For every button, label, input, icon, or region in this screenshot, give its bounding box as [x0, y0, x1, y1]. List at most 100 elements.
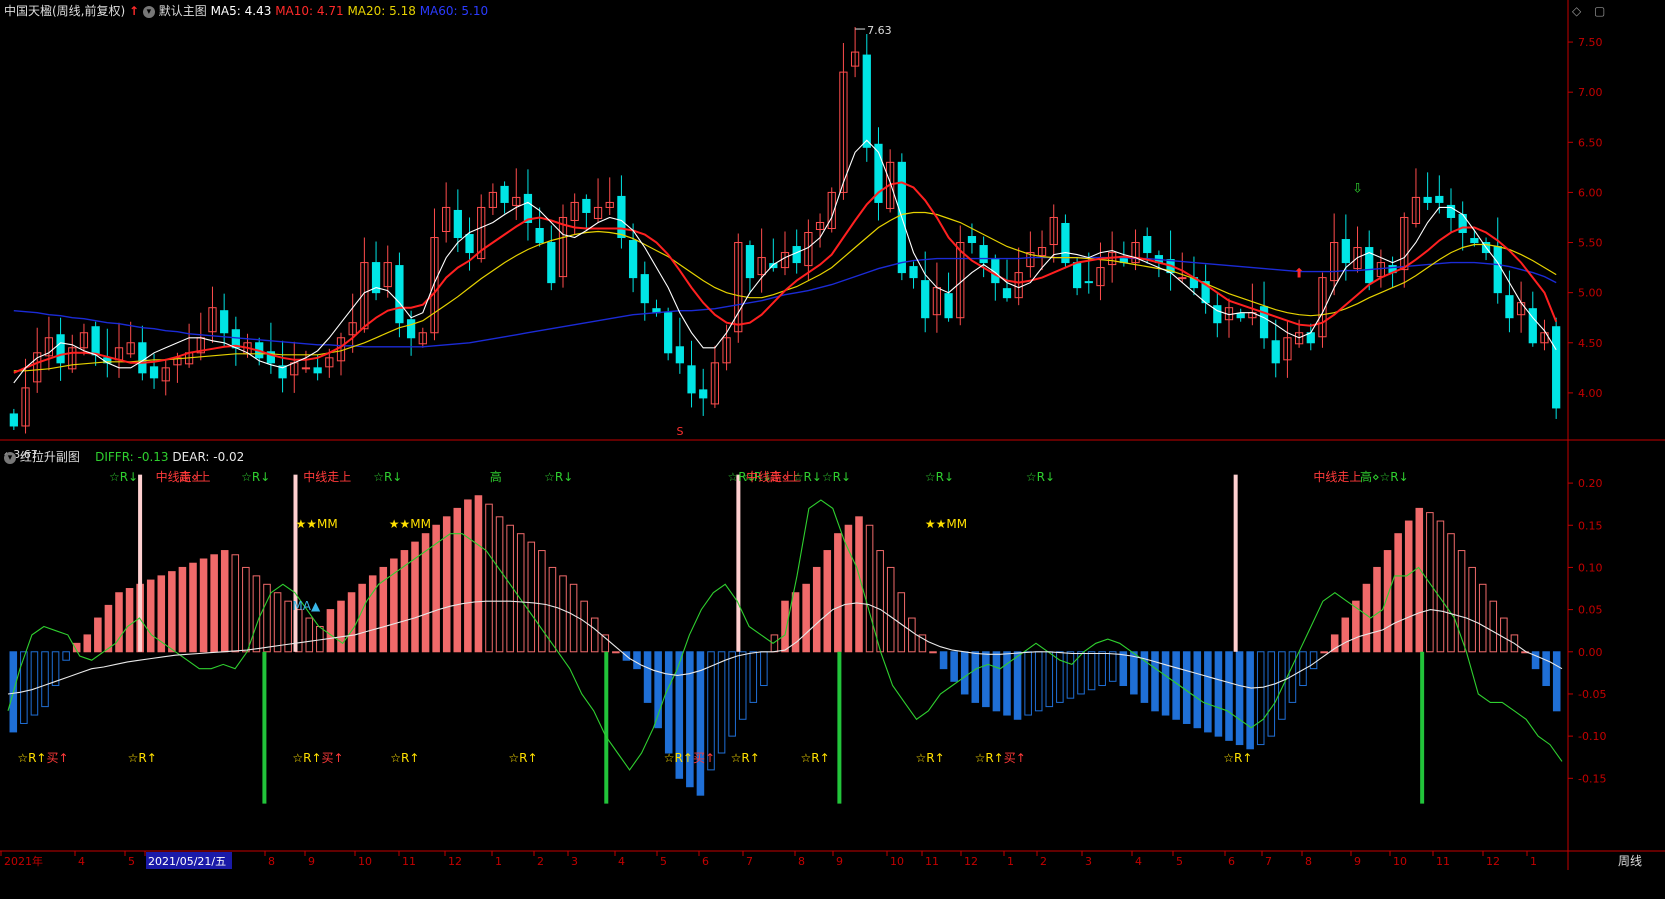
histogram-bar[interactable] [664, 651, 673, 754]
candle[interactable] [1143, 236, 1152, 254]
candle[interactable] [967, 236, 977, 244]
histogram-bar[interactable] [633, 651, 641, 670]
histogram-bar[interactable] [643, 651, 652, 703]
histogram-bar[interactable] [1436, 520, 1445, 653]
stock-title[interactable]: 中国天楹(周线,前复权) [4, 4, 125, 18]
histogram-bar[interactable] [358, 583, 366, 653]
histogram-bar[interactable] [1278, 651, 1286, 720]
histogram-bar[interactable] [749, 651, 758, 703]
candle[interactable] [1552, 326, 1561, 409]
histogram-bar[interactable] [992, 651, 1001, 712]
candle[interactable] [138, 342, 147, 374]
candle[interactable] [1236, 313, 1245, 319]
histogram-bar[interactable] [929, 651, 937, 654]
histogram-bar[interactable] [1034, 651, 1043, 712]
chevron-down-icon[interactable]: ▾ [142, 5, 155, 18]
histogram-bar[interactable] [1426, 512, 1434, 653]
histogram-bar[interactable] [474, 495, 483, 653]
histogram-bar[interactable] [654, 651, 662, 729]
candle[interactable] [313, 367, 322, 374]
candle[interactable] [453, 209, 462, 239]
histogram-bar[interactable] [738, 651, 747, 720]
candle[interactable] [944, 293, 953, 319]
histogram-bar[interactable] [273, 592, 282, 653]
histogram-bar[interactable] [1341, 617, 1350, 653]
histogram-bar[interactable] [982, 651, 990, 708]
histogram-bar[interactable] [453, 507, 462, 653]
indicator-name[interactable]: 红拉升副图 [20, 450, 80, 464]
histogram-bar[interactable] [1394, 533, 1402, 653]
maximize-icon[interactable]: ▢ [1594, 4, 1605, 18]
histogram-bar[interactable] [1161, 651, 1170, 716]
candle[interactable] [664, 312, 673, 354]
histogram-bar[interactable] [41, 651, 49, 708]
histogram-bar[interactable] [442, 516, 451, 653]
histogram-bar[interactable] [1373, 566, 1381, 653]
histogram-bar[interactable] [146, 579, 155, 653]
histogram-bar[interactable] [834, 533, 842, 653]
candle[interactable] [1470, 238, 1479, 244]
histogram-bar[interactable] [1468, 566, 1476, 653]
histogram-bar[interactable] [1415, 507, 1424, 653]
candle[interactable] [1084, 281, 1093, 284]
candle[interactable] [1423, 196, 1432, 203]
candle[interactable] [1213, 305, 1222, 324]
histogram-bar[interactable] [1404, 520, 1413, 653]
histogram-bar[interactable] [908, 617, 916, 653]
candle[interactable] [921, 280, 930, 319]
histogram-bar[interactable] [1235, 651, 1244, 746]
histogram-bar[interactable] [326, 609, 335, 653]
candle[interactable] [465, 234, 474, 254]
histogram-bar[interactable] [1130, 651, 1138, 695]
histogram-bar[interactable] [876, 550, 884, 653]
candle[interactable] [582, 198, 591, 213]
candle[interactable] [792, 246, 801, 264]
histogram-bar[interactable] [1500, 617, 1508, 653]
candle[interactable] [687, 365, 696, 394]
histogram-bar[interactable] [104, 604, 113, 653]
histogram-bar[interactable] [950, 651, 958, 682]
candle[interactable] [1341, 239, 1350, 264]
histogram-bar[interactable] [1246, 651, 1254, 750]
histogram-bar[interactable] [368, 575, 377, 653]
histogram-bar[interactable] [199, 558, 208, 653]
histogram-bar[interactable] [1256, 651, 1265, 746]
histogram-bar[interactable] [939, 651, 948, 670]
histogram-bar[interactable] [1087, 651, 1096, 691]
candle[interactable] [149, 366, 159, 379]
candle[interactable] [547, 242, 556, 284]
candle[interactable] [640, 274, 649, 304]
candle[interactable] [406, 319, 416, 339]
histogram-bar[interactable] [125, 588, 134, 653]
histogram-bar[interactable] [812, 566, 821, 653]
histogram-bar[interactable] [559, 575, 567, 653]
histogram-bar[interactable] [263, 583, 271, 653]
candle[interactable] [1435, 195, 1444, 203]
histogram-bar[interactable] [464, 499, 472, 653]
histogram-bar[interactable] [1013, 651, 1022, 720]
histogram-bar[interactable] [823, 550, 832, 653]
histogram-bar[interactable] [781, 600, 789, 653]
histogram-bar[interactable] [379, 566, 388, 653]
candle[interactable] [745, 245, 755, 279]
histogram-bar[interactable] [548, 566, 557, 653]
histogram-bar[interactable] [1172, 651, 1180, 720]
histogram-bar[interactable] [115, 592, 123, 653]
histogram-bar[interactable] [1108, 651, 1117, 682]
candle[interactable] [1271, 340, 1280, 364]
candle[interactable] [56, 334, 65, 364]
stock-chart[interactable]: 4.00 4.50 5.00 5.50 6.00 6.50 7.00 7.50 0.20 0.15… [0, 0, 1665, 899]
histogram-bar[interactable] [527, 541, 536, 653]
candle[interactable] [675, 346, 684, 364]
candle[interactable] [395, 265, 404, 324]
histogram-bar[interactable] [252, 575, 261, 653]
candle[interactable] [1002, 288, 1012, 299]
candle[interactable] [1493, 246, 1502, 294]
histogram-bar[interactable] [1309, 651, 1318, 670]
candle[interactable] [628, 240, 638, 279]
candle[interactable] [1505, 295, 1514, 319]
histogram-bar[interactable] [1056, 651, 1064, 703]
histogram-bar[interactable] [168, 571, 176, 653]
histogram-bar[interactable] [1362, 583, 1371, 653]
histogram-bar[interactable] [1214, 651, 1223, 737]
